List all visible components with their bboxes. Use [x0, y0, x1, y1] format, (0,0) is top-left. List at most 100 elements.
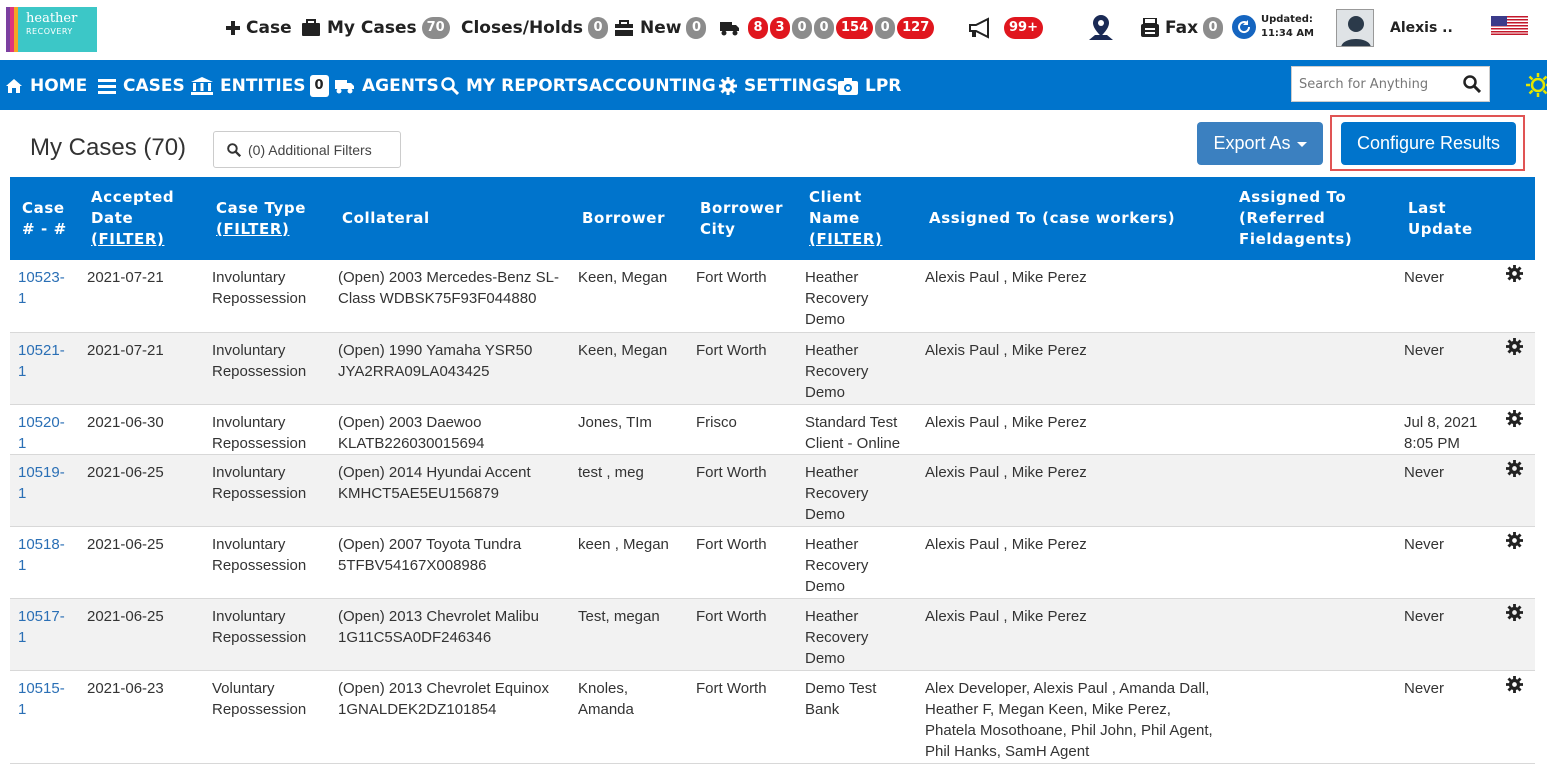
borrower-city-cell: Fort Worth: [696, 535, 767, 553]
global-search-input[interactable]: [1292, 67, 1455, 101]
gear-icon[interactable]: [1506, 265, 1523, 282]
col-header-case[interactable]: Case # - #: [10, 177, 79, 260]
table-row[interactable]: 10520-1 2021-06-30 Involuntary Repossess…: [10, 404, 1535, 454]
col-header-collateral[interactable]: Collateral: [330, 177, 570, 260]
truck-count-2[interactable]: 3: [770, 17, 790, 39]
nav-cases[interactable]: CASES: [98, 74, 185, 98]
truck-status-group[interactable]: 8 3 0 0 154 0 127: [720, 14, 935, 42]
truck-count-3[interactable]: 0: [792, 17, 812, 39]
last-updated[interactable]: Updated: 11:34 AM: [1232, 13, 1314, 41]
closes-holds-count: 0: [587, 17, 608, 39]
my-cases-link[interactable]: My Cases 70: [301, 14, 450, 42]
case-number-cell[interactable]: 10521-1: [10, 332, 79, 404]
collateral-cell: (Open) 2014 Hyundai Accent KMHCT5AE5EU15…: [338, 463, 531, 502]
col-header-last-update[interactable]: Last Update: [1396, 177, 1494, 260]
gear-icon[interactable]: [1506, 459, 1523, 477]
table-row[interactable]: 10515-1 2021-06-23 Voluntary Repossessio…: [10, 670, 1535, 763]
avatar[interactable]: [1336, 9, 1374, 47]
additional-filters-button[interactable]: (0) Additional Filters: [213, 131, 401, 168]
table-row[interactable]: 10523-1 2021-07-21 Involuntary Repossess…: [10, 260, 1535, 332]
case-number-cell[interactable]: 10515-1: [10, 670, 79, 763]
case-link[interactable]: 10521-1: [18, 342, 65, 380]
case-link[interactable]: 10519-1: [18, 464, 65, 502]
table-row[interactable]: 10518-1 2021-06-25 Involuntary Repossess…: [10, 526, 1535, 598]
row-actions-cell: [1494, 598, 1535, 670]
nav-settings[interactable]: SETTINGS: [719, 74, 838, 98]
table-row[interactable]: 10519-1 2021-06-25 Involuntary Repossess…: [10, 454, 1535, 526]
borrower-cell: test , meg: [578, 463, 644, 481]
truck-count-1[interactable]: 8: [748, 17, 768, 39]
last-update-cell: Never: [1404, 607, 1445, 625]
assigned-to-cell: Alexis Paul , Mike Perez: [925, 269, 1087, 286]
new-case-link[interactable]: Case: [226, 14, 292, 42]
row-actions-cell: [1494, 454, 1535, 526]
map-button[interactable]: [1086, 14, 1122, 42]
collateral-cell: (Open) 2013 Chevrolet Equinox 1GNALDEK2D…: [338, 679, 549, 718]
col-header-client-name[interactable]: Client Name (FILTER): [797, 177, 917, 260]
col-header-referred-fieldagents[interactable]: Assigned To (Referred Fieldagents): [1227, 177, 1396, 260]
export-as-button[interactable]: Export As: [1197, 122, 1323, 165]
caret-down-icon: [1296, 142, 1307, 147]
case-number-cell[interactable]: 10517-1: [10, 598, 79, 670]
nav-agents[interactable]: AGENTS: [335, 74, 439, 98]
table-row[interactable]: 10517-1 2021-06-25 Involuntary Repossess…: [10, 598, 1535, 670]
accepted-date-cell: 2021-07-21: [87, 341, 164, 359]
closes-holds-link[interactable]: Closes/Holds 0: [461, 14, 608, 42]
case-number-cell[interactable]: 10520-1: [10, 404, 79, 454]
user-name[interactable]: Alexis ..: [1390, 20, 1453, 36]
case-type-cell: Involuntary Repossession: [212, 463, 307, 502]
nav-home[interactable]: HOME: [5, 74, 87, 98]
gear-icon[interactable]: [1506, 531, 1523, 549]
case-link[interactable]: 10517-1: [18, 608, 65, 646]
updated-text: Updated: 11:34 AM: [1261, 13, 1314, 41]
gear-icon[interactable]: [1506, 337, 1523, 355]
brand-logo[interactable]: heather RECOVERY: [6, 7, 97, 52]
collateral-cell: (Open) 2007 Toyota Tundra 5TFBV54167X008…: [338, 535, 522, 574]
case-link[interactable]: 10515-1: [18, 680, 65, 718]
fax-link[interactable]: Fax 0: [1141, 14, 1224, 42]
client-name-filter-link[interactable]: (FILTER): [809, 230, 882, 248]
new-cases-link[interactable]: New 0: [614, 14, 707, 42]
nav-entities[interactable]: ENTITIES 0: [191, 74, 329, 98]
col-header-accepted-date[interactable]: Accepted Date (FILTER): [79, 177, 204, 260]
sun-icon[interactable]: [1526, 73, 1547, 97]
truck-count-4[interactable]: 0: [814, 17, 834, 39]
truck-count-6[interactable]: 0: [875, 17, 896, 39]
borrower-city-cell: Fort Worth: [696, 679, 767, 697]
us-flag-icon[interactable]: [1491, 16, 1528, 35]
gear-icon[interactable]: [1506, 409, 1523, 427]
case-link[interactable]: 10518-1: [18, 536, 65, 574]
fax-count: 0: [1203, 17, 1224, 39]
case-number-cell[interactable]: 10519-1: [10, 454, 79, 526]
cases-table: Case # - # Accepted Date (FILTER) Case T…: [10, 177, 1535, 764]
col-header-case-type[interactable]: Case Type (FILTER): [204, 177, 330, 260]
case-number-cell[interactable]: 10523-1: [10, 260, 79, 332]
case-link[interactable]: 10523-1: [18, 269, 65, 307]
last-update-cell: Jul 8, 2021 8:05 PM: [1404, 413, 1478, 452]
col-header-borrower[interactable]: Borrower: [570, 177, 688, 260]
client-name-cell: Heather Recovery Demo: [805, 269, 869, 328]
refresh-icon[interactable]: [1232, 15, 1256, 39]
table-row[interactable]: 10521-1 2021-07-21 Involuntary Repossess…: [10, 332, 1535, 404]
configure-results-button[interactable]: Configure Results: [1341, 122, 1516, 165]
nav-my-reports[interactable]: MY REPORTS: [441, 74, 589, 98]
truck-count-5[interactable]: 154: [836, 17, 874, 39]
case-link[interactable]: 10520-1: [18, 414, 65, 452]
col-header-assigned-to[interactable]: Assigned To (case workers): [917, 177, 1227, 260]
case-type-filter-link[interactable]: (FILTER): [216, 220, 289, 238]
global-search[interactable]: [1291, 66, 1490, 102]
col-header-borrower-city[interactable]: Borrower City: [688, 177, 797, 260]
gear-icon[interactable]: [1506, 603, 1523, 621]
accepted-date-filter-link[interactable]: (FILTER): [91, 230, 164, 248]
notifications-button[interactable]: 99+: [968, 14, 1043, 42]
nav-lpr[interactable]: LPR: [838, 74, 901, 98]
truck-count-7[interactable]: 127: [897, 17, 935, 39]
search-icon[interactable]: [1455, 75, 1489, 93]
accepted-date-cell: 2021-06-25: [87, 463, 164, 481]
nav-accounting[interactable]: ACCOUNTING: [589, 74, 716, 98]
nav-my-reports-label: MY REPORTS: [466, 76, 589, 96]
gear-icon[interactable]: [1506, 675, 1523, 693]
last-update-cell: Never: [1404, 679, 1445, 697]
borrower-city-cell: Fort Worth: [696, 269, 767, 286]
case-number-cell[interactable]: 10518-1: [10, 526, 79, 598]
